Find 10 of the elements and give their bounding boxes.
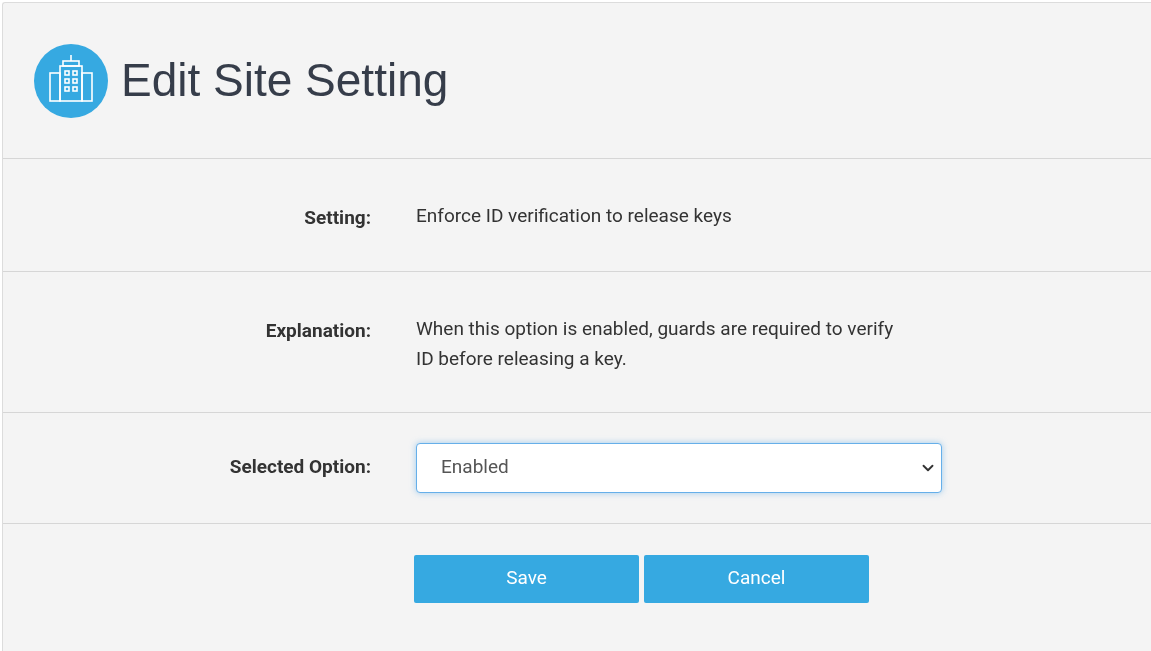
save-button[interactable]: Save [414,554,639,603]
field-label: Setting: [304,206,371,229]
building-icon [33,42,109,119]
field-value: When this option is enabled, guards are required to verify ID before releasing a key. [416,315,895,372]
field-value: Enforce ID verification to release keys [416,203,733,229]
field-label: Selected Option: [229,455,371,479]
option-select[interactable]: Enabled [416,442,942,493]
page-title: Edit Site Setting [121,53,449,108]
field-label: Explanation: [265,318,371,342]
cancel-button[interactable]: Cancel [644,554,869,603]
